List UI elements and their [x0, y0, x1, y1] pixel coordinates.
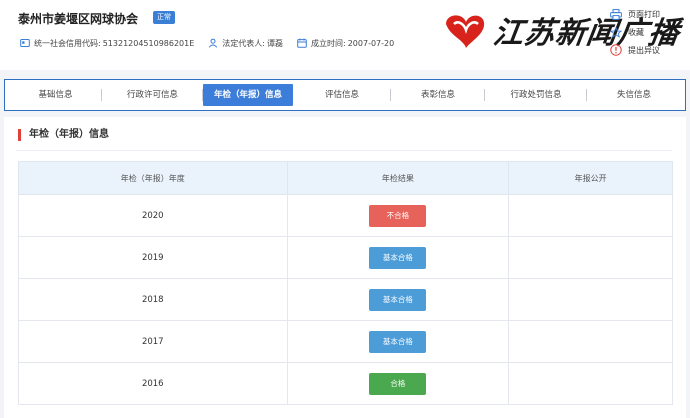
public-cell: [508, 278, 673, 321]
side-actions: 页面打印 收藏 提出异议: [610, 5, 660, 59]
tab-admin-license[interactable]: 行政许可信息: [102, 84, 203, 106]
result-tag: 基本合格: [369, 288, 427, 311]
info-tabs: 基础信息 行政许可信息 年检（年报）信息 评估信息 表彰信息 行政处罚信息 失信…: [4, 79, 686, 111]
result-cell: 合格: [286, 362, 510, 405]
legal-rep-value: 谭磊: [267, 38, 283, 48]
public-cell: [508, 320, 673, 363]
inspection-table: 年检（年报）年度 年检结果 年报公开 2020 不合格 2019 基本合格 20…: [18, 161, 673, 405]
result-tag: 基本合格: [369, 330, 427, 353]
tab-dishonesty[interactable]: 失信信息: [587, 84, 681, 106]
credit-code-label: 统一社会信用代码:: [34, 38, 101, 48]
tab-annual-inspection[interactable]: 年检（年报）信息: [203, 84, 293, 106]
credit-code-item: 统一社会信用代码: 51321204510986201E: [20, 38, 194, 49]
table-header-row: 年检（年报）年度 年检结果 年报公开: [18, 161, 673, 195]
table-row: 2019 基本合格: [18, 236, 673, 279]
year-cell: 2019: [18, 236, 288, 279]
status-badge: 正常: [153, 11, 175, 24]
result-cell: 基本合格: [286, 320, 510, 363]
favorite-button[interactable]: 收藏: [610, 23, 660, 41]
result-tag: 合格: [369, 372, 427, 395]
section-title: 年检（年报）信息: [18, 129, 109, 141]
tab-basic-info[interactable]: 基础信息: [9, 84, 102, 106]
result-cell: 不合格: [286, 194, 510, 237]
result-cell: 基本合格: [286, 278, 510, 321]
info-icon: [610, 44, 622, 56]
header-result: 年检结果: [286, 161, 510, 195]
id-card-icon: [20, 39, 30, 47]
year-cell: 2016: [18, 362, 288, 405]
legal-rep-item: 法定代表人: 谭磊: [208, 38, 283, 49]
person-icon: [209, 38, 218, 48]
founded-item: 成立时间: 2007-07-20: [297, 38, 394, 49]
favorite-label: 收藏: [628, 27, 644, 37]
printer-icon: [610, 8, 622, 20]
public-cell: [508, 236, 673, 279]
year-cell: 2017: [18, 320, 288, 363]
org-meta-row: 统一社会信用代码: 51321204510986201E 法定代表人: 谭磊 成…: [20, 37, 408, 49]
broadcast-logo-icon: [446, 15, 485, 49]
header-year: 年检（年报）年度: [18, 161, 288, 195]
raise-objection-button[interactable]: 提出异议: [610, 41, 660, 59]
founded-value: 2007-07-20: [347, 38, 395, 48]
tab-commendation[interactable]: 表彰信息: [391, 84, 485, 106]
credit-code-value: 51321204510986201E: [102, 38, 195, 48]
public-cell: [508, 362, 673, 405]
year-cell: 2020: [18, 194, 288, 237]
legal-rep-label: 法定代表人:: [222, 38, 265, 48]
public-cell: [508, 194, 673, 237]
header-public: 年报公开: [508, 161, 673, 195]
org-header: 泰州市姜堰区网球协会 正常 统一社会信用代码: 5132120451098620…: [0, 0, 690, 70]
result-cell: 基本合格: [286, 236, 510, 279]
print-page-label: 页面打印: [628, 9, 660, 19]
table-row: 2017 基本合格: [18, 320, 673, 363]
tab-admin-penalty[interactable]: 行政处罚信息: [485, 84, 587, 106]
tab-assessment[interactable]: 评估信息: [293, 84, 391, 106]
star-icon: [610, 26, 622, 38]
result-tag: 基本合格: [369, 246, 427, 269]
section-divider: [16, 150, 672, 151]
table-row: 2016 合格: [18, 362, 673, 405]
print-page-button[interactable]: 页面打印: [610, 5, 660, 23]
year-cell: 2018: [18, 278, 288, 321]
founded-label: 成立时间:: [311, 38, 346, 48]
table-row: 2020 不合格: [18, 194, 673, 237]
annual-inspection-panel: 年检（年报）信息 年检（年报）年度 年检结果 年报公开 2020 不合格 201…: [4, 117, 686, 418]
result-tag: 不合格: [369, 204, 427, 227]
raise-objection-label: 提出异议: [628, 45, 660, 55]
org-name: 泰州市姜堰区网球协会: [18, 12, 139, 26]
calendar-icon: [297, 38, 307, 48]
table-row: 2018 基本合格: [18, 278, 673, 321]
